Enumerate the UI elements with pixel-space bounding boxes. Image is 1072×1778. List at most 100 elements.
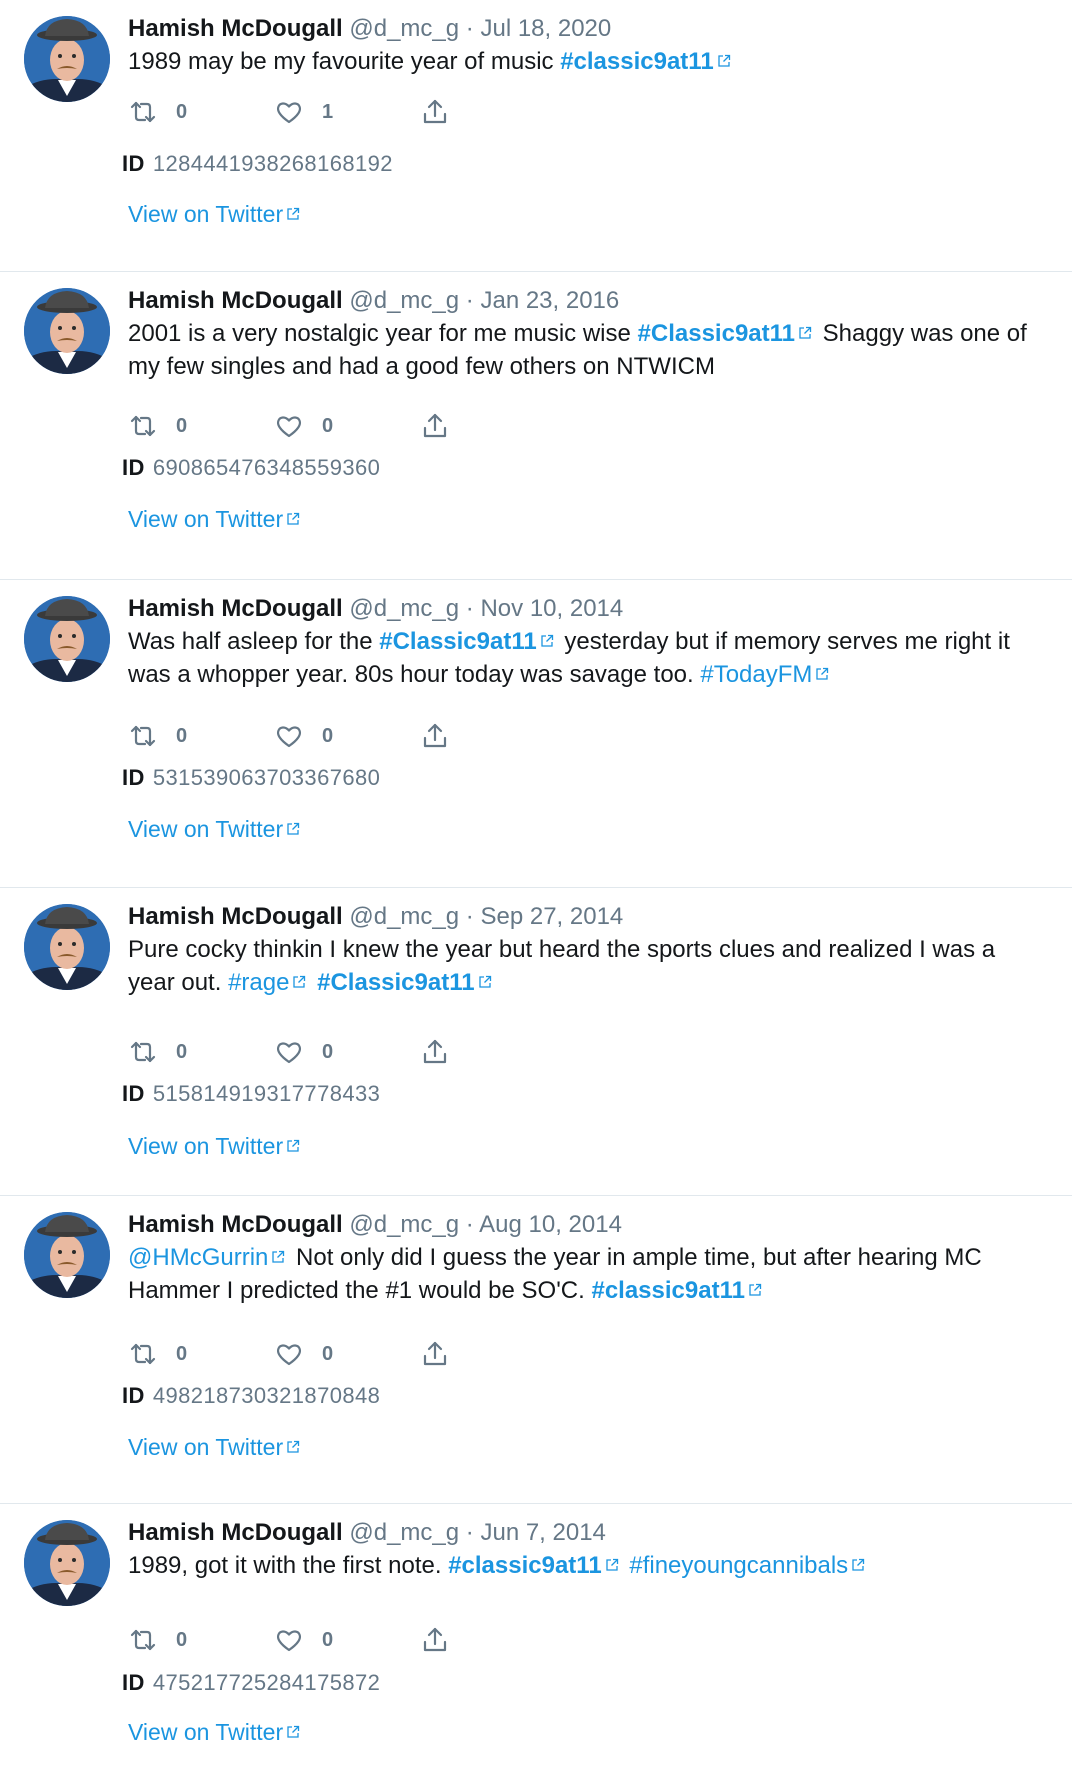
share-button[interactable] [420,1339,566,1369]
share-button[interactable] [420,411,566,441]
external-link-icon [852,1558,865,1571]
share-icon [423,723,447,748]
like-button[interactable]: 0 [274,1339,420,1369]
like-button[interactable]: 1 [274,97,420,127]
hashtag-link[interactable]: #classic9at11 [560,48,713,75]
tweet-actions: 0 0 [128,1623,566,1657]
hashtag-link[interactable]: #Classic9at11 [638,320,795,347]
share-icon [423,1341,447,1366]
tweet-id-label: ID [122,1670,145,1695]
like-count: 0 [322,1342,334,1365]
avatar[interactable] [24,1212,110,1298]
tweet-id-value: 515814919317778433 [152,1081,381,1106]
hashtag-link[interactable]: #fineyoungcannibals [629,1552,848,1579]
view-on-twitter-label: View on Twitter [128,506,284,532]
author-name[interactable]: Hamish McDougall [128,15,343,42]
author-name[interactable]: Hamish McDougall [128,903,343,930]
hashtag-link[interactable]: #Classic9at11 [379,628,536,655]
like-button[interactable]: 0 [274,1037,420,1067]
author-name[interactable]: Hamish McDougall [128,287,343,314]
share-button[interactable] [420,721,566,751]
avatar[interactable] [24,1520,110,1606]
retweet-button[interactable]: 0 [128,97,274,127]
tweet-text-segment: 1989, got it with the first note. [128,1552,449,1579]
view-on-twitter-link[interactable]: View on Twitter [128,201,304,228]
avatar-image [24,1212,110,1298]
retweet-button[interactable]: 0 [128,1339,274,1369]
author-handle[interactable]: @d_mc_g [349,287,459,314]
retweet-count: 0 [176,1040,188,1063]
avatar[interactable] [24,596,110,682]
tweet-date[interactable]: Jan 23, 2016 [480,287,619,314]
retweet-icon [130,1041,156,1063]
tweet-text: Was half asleep for the #Classic9at11 ye… [128,625,1048,691]
tweet-header: Hamish McDougall @d_mc_g · Nov 10, 2014 [128,594,1048,624]
tweet-feed: Hamish McDougall @d_mc_g · Jul 18, 2020 … [0,0,1072,1778]
tweet-header: Hamish McDougall @d_mc_g · Aug 10, 2014 [128,1210,1048,1240]
avatar[interactable] [24,16,110,102]
author-handle[interactable]: @d_mc_g [349,15,459,42]
avatar[interactable] [24,904,110,990]
external-link-icon [287,822,300,835]
hashtag-link[interactable]: #classic9at11 [448,1552,601,1579]
tweet-id-label: ID [122,455,145,480]
author-handle[interactable]: @d_mc_g [349,1211,459,1238]
view-on-twitter-link[interactable]: View on Twitter [128,1434,304,1461]
author-handle[interactable]: @d_mc_g [349,1519,459,1546]
author-name[interactable]: Hamish McDougall [128,1211,343,1238]
tweet-id-row: ID 1284441938268168192 [122,151,393,177]
tweet-actions: 0 0 [128,1035,566,1069]
header-separator: · [465,595,474,622]
heart-icon [277,416,301,438]
share-button[interactable] [420,1037,566,1067]
like-count: 0 [322,724,334,747]
tweet-date[interactable]: Sep 27, 2014 [480,903,623,930]
external-link-icon [799,326,812,339]
author-name[interactable]: Hamish McDougall [128,1519,343,1546]
like-count: 0 [322,414,334,437]
tweet-date[interactable]: Nov 10, 2014 [480,595,623,622]
author-name[interactable]: Hamish McDougall [128,595,343,622]
hashtag-link[interactable]: #classic9at11 [591,1277,744,1304]
retweet-button[interactable]: 0 [128,1625,274,1655]
retweet-icon [130,1629,156,1651]
hashtag-link[interactable]: #rage [228,969,289,996]
hashtag-link[interactable]: #TodayFM [700,661,812,688]
tweet-content: Hamish McDougall @d_mc_g · Jun 7, 2014 1… [128,1518,1048,1582]
like-button[interactable]: 0 [274,411,420,441]
hashtag-link[interactable]: #Classic9at11 [317,969,474,996]
tweet-text-segment: Was half asleep for the [128,628,380,655]
tweet-id-value: 1284441938268168192 [152,151,393,176]
tweet-id-value: 531539063703367680 [152,765,381,790]
view-on-twitter-link[interactable]: View on Twitter [128,1133,304,1160]
tweet-date[interactable]: Jul 18, 2020 [480,15,611,42]
mention-link[interactable]: @HMcGurrin [128,1244,268,1271]
view-on-twitter-link[interactable]: View on Twitter [128,506,304,533]
author-handle[interactable]: @d_mc_g [349,903,459,930]
like-button[interactable]: 0 [274,721,420,751]
tweet-id-label: ID [122,151,145,176]
tweet-content: Hamish McDougall @d_mc_g · Jan 23, 2016 … [128,286,1048,383]
tweet-id-row: ID 498218730321870848 [122,1383,380,1409]
tweet-content: Hamish McDougall @d_mc_g · Sep 27, 2014 … [128,902,1048,999]
retweet-button[interactable]: 0 [128,1037,274,1067]
share-button[interactable] [420,1625,566,1655]
retweet-button[interactable]: 0 [128,411,274,441]
tweet-id-row: ID 475217725284175872 [122,1670,380,1696]
view-on-twitter-link[interactable]: View on Twitter [128,816,304,843]
avatar[interactable] [24,288,110,374]
avatar-image [24,596,110,682]
tweet-id-value: 690865476348559360 [152,455,381,480]
view-on-twitter-label: View on Twitter [128,201,284,227]
author-handle[interactable]: @d_mc_g [349,595,459,622]
share-button[interactable] [420,97,566,127]
heart-icon [277,1630,301,1652]
tweet-actions: 0 1 [128,95,566,129]
avatar-image [24,16,110,102]
retweet-button[interactable]: 0 [128,721,274,751]
tweet-date[interactable]: Jun 7, 2014 [480,1519,605,1546]
tweet-date[interactable]: Aug 10, 2014 [479,1211,622,1238]
view-on-twitter-link[interactable]: View on Twitter [128,1719,304,1746]
like-button[interactable]: 0 [274,1625,420,1655]
retweet-icon [130,1343,156,1365]
